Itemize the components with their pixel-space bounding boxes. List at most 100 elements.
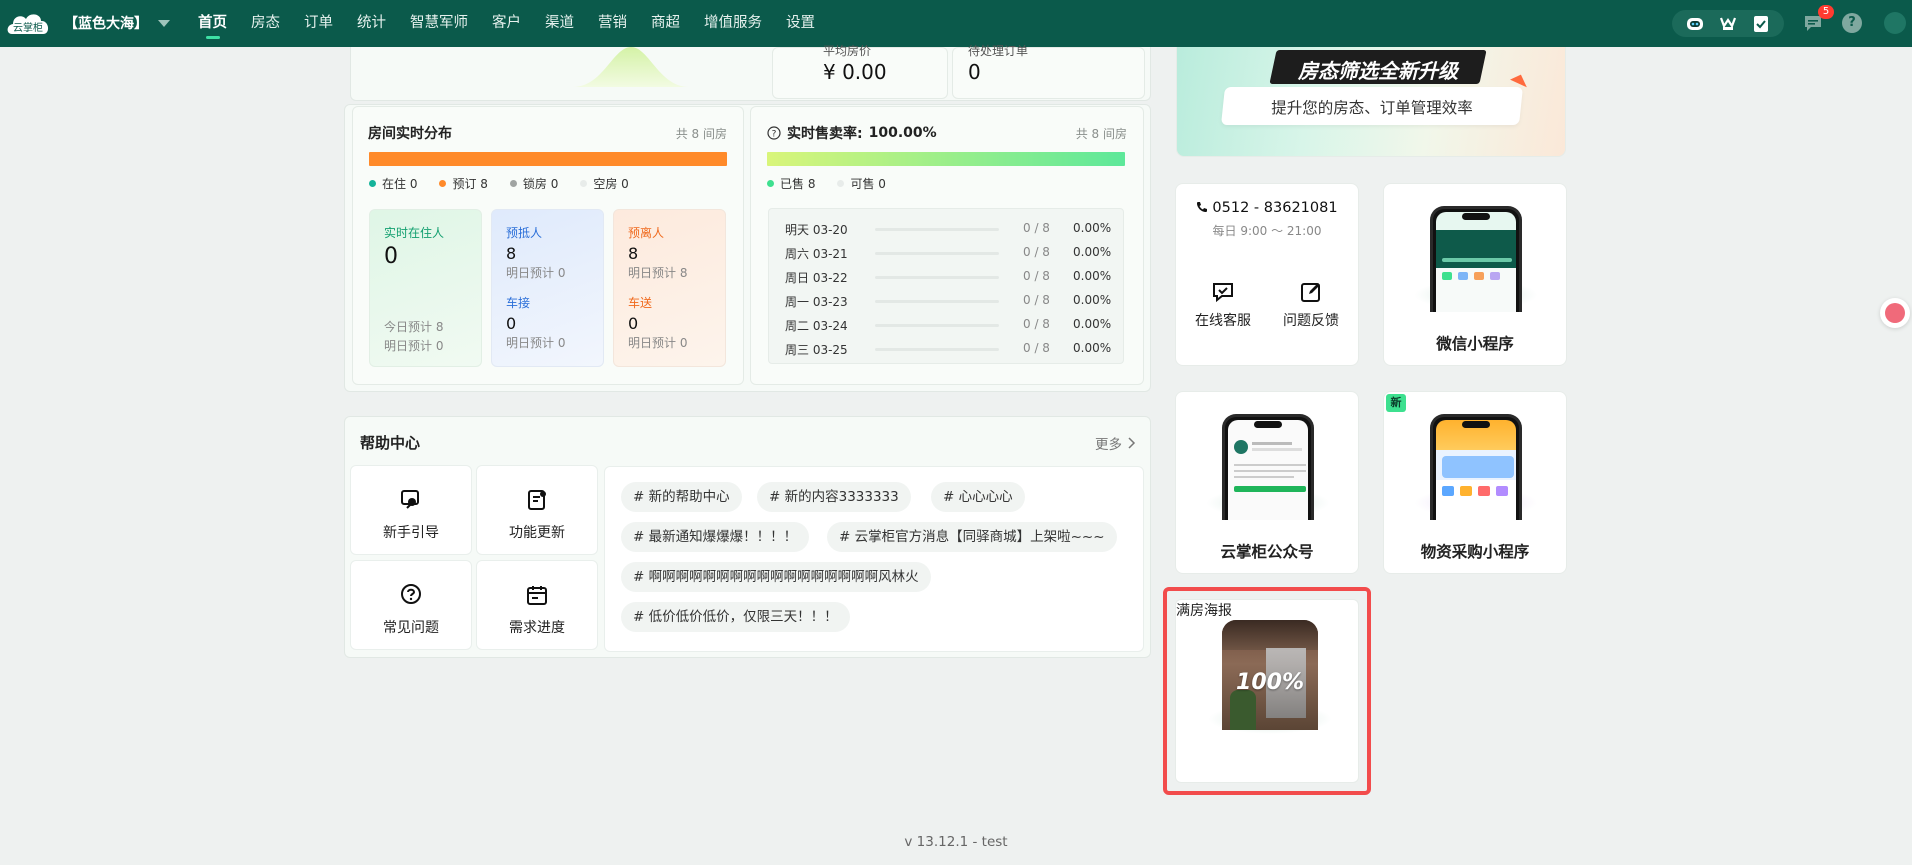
wechat-mini-program-title: 微信小程序 — [1436, 335, 1514, 353]
edit-icon — [1301, 283, 1320, 302]
official-account-phone-image — [1222, 414, 1314, 520]
support-phone[interactable]: 0512 - 83621081 — [1176, 200, 1358, 216]
phone-icon — [1197, 202, 1208, 212]
translate-float-button[interactable] — [1880, 298, 1910, 328]
help-tag[interactable]: # 新的帮助中心 — [621, 482, 742, 512]
version-label: v 13.12.1 - test — [904, 834, 1008, 850]
avg-price-card: 平均房价 ¥ 0.00 — [772, 44, 948, 99]
help-tile-faq[interactable]: 常见问题 — [350, 560, 472, 650]
chevron-right-icon — [1128, 437, 1136, 449]
feedback-button[interactable]: 问题反馈 — [1276, 280, 1346, 330]
forecast-row: 周日 03-22 0 / 8 0.00% — [785, 269, 1112, 285]
full-house-poster-highlight: 100% 满房海报 — [1163, 587, 1371, 795]
chat-icon — [1213, 283, 1233, 303]
help-tag[interactable]: # 心心心心 — [931, 482, 1025, 512]
full-house-poster-card[interactable]: 100% 满房海报 — [1175, 599, 1359, 783]
pickup-value: 0 — [506, 314, 517, 333]
feedback-label: 问题反馈 — [1283, 313, 1339, 329]
nav-smart-advisor[interactable]: 智慧军师 — [410, 0, 468, 47]
online-service-label: 在线客服 — [1195, 313, 1251, 329]
official-account-card[interactable]: 云掌柜公众号 — [1175, 391, 1359, 574]
dropoff-value: 0 — [628, 314, 639, 333]
poster-percent: 100% — [1236, 670, 1304, 695]
pending-orders-card: 待处理订单 0 — [952, 44, 1145, 99]
help-tile-label: 常见问题 — [383, 620, 439, 636]
departure-tomorrow: 明日预计 8 — [628, 266, 688, 280]
hotel-switcher[interactable]: 【蓝色大海】 — [64, 13, 170, 33]
help-tile-request-progress[interactable]: 需求进度 — [476, 560, 598, 650]
dropoff-title: 车送 — [628, 296, 653, 310]
arrival-card[interactable]: 预抵人 8 明日预计 0 车接 0 明日预计 0 — [491, 209, 604, 367]
sales-rate-header: ? 实时售卖率: 100.00% — [767, 123, 937, 143]
calendar-icon — [527, 586, 547, 605]
purchase-mini-program-card[interactable]: 新 物资采购小程序 — [1383, 391, 1567, 574]
legend-sold: 已售 8 — [767, 175, 815, 192]
pending-orders-label: 待处理订单 — [968, 44, 1029, 58]
sales-rate-bar — [767, 152, 1125, 166]
departure-card[interactable]: 预离人 8 明日预计 8 车送 0 明日预计 0 — [613, 209, 726, 367]
nav-orders[interactable]: 订单 — [304, 0, 333, 47]
room-distribution-title: 房间实时分布 — [368, 126, 452, 142]
question-circle-icon[interactable]: ? — [767, 126, 781, 140]
avatar[interactable] — [1884, 12, 1906, 34]
help-tile-label: 需求进度 — [509, 620, 565, 636]
nav-home[interactable]: 首页 — [198, 0, 227, 47]
nav-shop[interactable]: 商超 — [651, 0, 680, 47]
nav-value-added[interactable]: 增值服务 — [704, 0, 762, 47]
task-check-icon[interactable] — [1748, 13, 1774, 35]
help-tag[interactable]: # 新的内容3333333 — [757, 482, 911, 512]
shop-icon[interactable] — [1715, 13, 1741, 35]
sales-rate-title: 实时售卖率: — [787, 126, 863, 142]
room-distribution-bar — [369, 152, 727, 166]
forecast-row: 周三 03-25 0 / 8 0.00% — [785, 341, 1112, 357]
app-logo[interactable]: 云掌柜 — [4, 6, 54, 40]
help-tag[interactable]: # 云掌柜官方消息【同驿商城】上架啦~~~ — [827, 522, 1117, 552]
new-badge: 新 — [1386, 394, 1406, 412]
nav-channels[interactable]: 渠道 — [545, 0, 574, 47]
online-service-button[interactable]: 在线客服 — [1188, 280, 1258, 330]
help-icon[interactable]: ? — [1842, 13, 1862, 33]
svg-text:?: ? — [772, 130, 777, 140]
purchase-mini-phone-image — [1430, 414, 1522, 520]
nav-customers[interactable]: 客户 — [492, 0, 521, 47]
help-tile-feature-updates[interactable]: 功能更新 — [476, 465, 598, 555]
dropoff-tomorrow: 明日预计 0 — [628, 336, 688, 350]
departure-title: 预离人 — [628, 226, 665, 240]
message-count-badge: 5 — [1818, 5, 1834, 19]
pending-orders-value: 0 — [968, 60, 981, 84]
legend-locked: 锁房 0 — [509, 175, 558, 192]
nav-marketing[interactable]: 营销 — [598, 0, 627, 47]
banner-headline: 房态筛选全新升级 — [1298, 59, 1458, 83]
help-tag[interactable]: # 啊啊啊啊啊啊啊啊啊啊啊啊啊啊啊啊啊风林火 — [621, 562, 931, 592]
legend-reserved: 预订 8 — [439, 175, 488, 192]
help-more-label: 更多 — [1095, 437, 1122, 453]
forecast-table: 明天 03-20 0 / 8 0.00% 周六 03-21 0 / 8 0.00% 周日… — [768, 208, 1124, 364]
arrival-value: 8 — [506, 244, 517, 263]
departure-value: 8 — [628, 244, 639, 263]
robot-icon[interactable] — [1682, 13, 1708, 35]
purchase-mini-program-title: 物资采购小程序 — [1420, 543, 1530, 561]
top-nav-bar: 云掌柜 【蓝色大海】 首页 房态 订单 统计 智慧军师 客户 渠道 营销 商超 … — [0, 0, 1912, 47]
sales-rate-total: 共 8 间房 — [1075, 127, 1127, 141]
banner-subtitle: 提升您的房态、订单管理效率 — [1271, 99, 1473, 117]
forecast-row: 周一 03-23 0 / 8 0.00% — [785, 293, 1112, 309]
help-more-link[interactable]: 更多 — [1095, 433, 1136, 453]
room-distribution-total: 共 8 间房 — [675, 127, 727, 141]
nav-settings[interactable]: 设置 — [786, 0, 815, 47]
support-phone-text: 0512 - 83621081 — [1212, 200, 1338, 216]
svg-text:云掌柜: 云掌柜 — [13, 21, 43, 34]
help-tag[interactable]: # 低价低价低价，仅限三天！！！ — [621, 602, 850, 632]
promo-banner[interactable]: 房态筛选全新升级 提升您的房态、订单管理效率 — [1176, 47, 1566, 157]
in-house-card[interactable]: 实时在住人 0 今日预计 8 明日预计 0 — [369, 209, 482, 367]
sales-legend: 已售 8 可售 0 — [767, 175, 886, 192]
nav-statistics[interactable]: 统计 — [357, 0, 386, 47]
nav-room-status[interactable]: 房态 — [251, 0, 280, 47]
poster-thumbnail-image: 100% — [1222, 620, 1318, 730]
wechat-mini-program-card[interactable]: 微信小程序 — [1383, 183, 1567, 366]
forecast-row: 周六 03-21 0 / 8 0.00% — [785, 245, 1112, 261]
legend-available: 可售 0 — [837, 175, 886, 192]
update-icon — [528, 490, 546, 510]
help-tag[interactable]: # 最新通知爆爆爆！！！！ — [621, 522, 810, 552]
help-tile-beginner-guide[interactable]: 新手引导 — [350, 465, 472, 555]
full-house-poster-title: 满房海报 — [1176, 603, 1232, 619]
